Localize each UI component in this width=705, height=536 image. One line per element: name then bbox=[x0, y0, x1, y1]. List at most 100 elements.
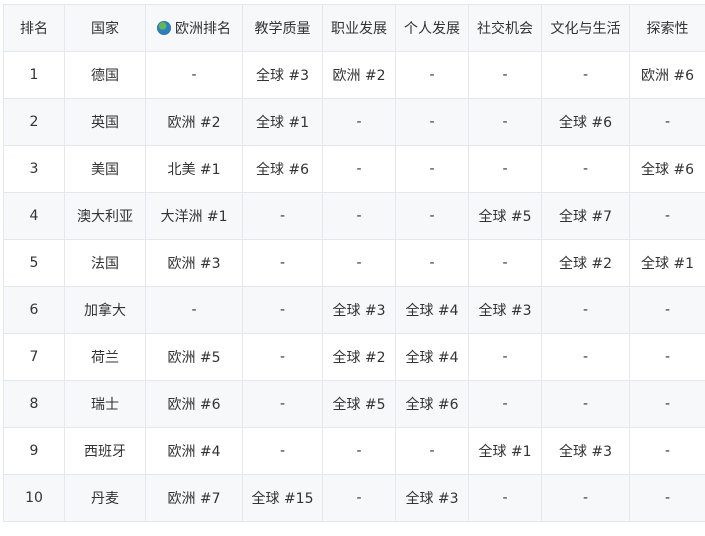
header-country: 国家 bbox=[65, 5, 146, 52]
header-teaching: 教学质量 bbox=[243, 5, 323, 52]
cell-social: - bbox=[469, 52, 542, 99]
header-culture: 文化与生活 bbox=[542, 5, 630, 52]
cell-career: 欧洲 #2 bbox=[323, 52, 396, 99]
cell-rank: 3 bbox=[4, 146, 65, 193]
cell-career: - bbox=[323, 475, 396, 522]
table-row: 4 澳大利亚 大洋洲 #1 - - - 全球 #5 全球 #7 - bbox=[4, 193, 705, 240]
table-row: 6 加拿大 - - 全球 #3 全球 #4 全球 #3 - - bbox=[4, 287, 705, 334]
cell-rank: 1 bbox=[4, 52, 65, 99]
cell-europe-rank: 北美 #1 bbox=[146, 146, 243, 193]
table-row: 9 西班牙 欧洲 #4 - - - 全球 #1 全球 #3 - bbox=[4, 428, 705, 475]
cell-europe-rank: 欧洲 #4 bbox=[146, 428, 243, 475]
cell-teaching: 全球 #1 bbox=[243, 99, 323, 146]
table-row: 7 荷兰 欧洲 #5 - 全球 #2 全球 #4 - - - bbox=[4, 334, 705, 381]
cell-country: 英国 bbox=[65, 99, 146, 146]
cell-rank: 7 bbox=[4, 334, 65, 381]
cell-personal: 全球 #3 bbox=[396, 475, 469, 522]
cell-social: 全球 #5 bbox=[469, 193, 542, 240]
cell-culture: - bbox=[542, 52, 630, 99]
cell-personal: - bbox=[396, 428, 469, 475]
cell-europe-rank: 欧洲 #5 bbox=[146, 334, 243, 381]
header-social: 社交机会 bbox=[469, 5, 542, 52]
cell-country: 德国 bbox=[65, 52, 146, 99]
cell-social: - bbox=[469, 381, 542, 428]
cell-culture: - bbox=[542, 146, 630, 193]
cell-culture: 全球 #3 bbox=[542, 428, 630, 475]
cell-teaching: - bbox=[243, 193, 323, 240]
cell-teaching: 全球 #15 bbox=[243, 475, 323, 522]
globe-icon bbox=[157, 21, 171, 35]
cell-personal: - bbox=[396, 193, 469, 240]
cell-exploration: - bbox=[630, 193, 705, 240]
cell-personal: - bbox=[396, 146, 469, 193]
header-personal: 个人发展 bbox=[396, 5, 469, 52]
cell-teaching: - bbox=[243, 428, 323, 475]
cell-social: - bbox=[469, 240, 542, 287]
cell-teaching: - bbox=[243, 240, 323, 287]
cell-rank: 5 bbox=[4, 240, 65, 287]
cell-country: 加拿大 bbox=[65, 287, 146, 334]
header-rank: 排名 bbox=[4, 5, 65, 52]
cell-exploration: - bbox=[630, 475, 705, 522]
cell-social: 全球 #3 bbox=[469, 287, 542, 334]
cell-teaching: - bbox=[243, 287, 323, 334]
cell-personal: 全球 #4 bbox=[396, 287, 469, 334]
cell-europe-rank: 欧洲 #6 bbox=[146, 381, 243, 428]
cell-career: - bbox=[323, 240, 396, 287]
cell-culture: 全球 #6 bbox=[542, 99, 630, 146]
cell-europe-rank: - bbox=[146, 287, 243, 334]
cell-social: - bbox=[469, 99, 542, 146]
table-row: 10 丹麦 欧洲 #7 全球 #15 - 全球 #3 - - - bbox=[4, 475, 705, 522]
cell-europe-rank: 欧洲 #7 bbox=[146, 475, 243, 522]
cell-exploration: 全球 #1 bbox=[630, 240, 705, 287]
cell-country: 丹麦 bbox=[65, 475, 146, 522]
cell-career: - bbox=[323, 193, 396, 240]
cell-personal: - bbox=[396, 99, 469, 146]
cell-culture: 全球 #7 bbox=[542, 193, 630, 240]
country-ranking-table: 排名 国家 欧洲排名 教学质量 职业发展 个人发展 社交机会 文化与生活 探索性… bbox=[3, 4, 705, 522]
cell-rank: 8 bbox=[4, 381, 65, 428]
table-row: 3 美国 北美 #1 全球 #6 - - - - 全球 #6 bbox=[4, 146, 705, 193]
cell-social: 全球 #1 bbox=[469, 428, 542, 475]
table-header: 排名 国家 欧洲排名 教学质量 职业发展 个人发展 社交机会 文化与生活 探索性 bbox=[4, 5, 705, 52]
cell-culture: - bbox=[542, 381, 630, 428]
table-row: 8 瑞士 欧洲 #6 - 全球 #5 全球 #6 - - - bbox=[4, 381, 705, 428]
header-europe-rank: 欧洲排名 bbox=[146, 5, 243, 52]
cell-career: 全球 #3 bbox=[323, 287, 396, 334]
cell-exploration: - bbox=[630, 428, 705, 475]
cell-europe-rank: - bbox=[146, 52, 243, 99]
cell-teaching: - bbox=[243, 334, 323, 381]
cell-personal: 全球 #4 bbox=[396, 334, 469, 381]
cell-personal: - bbox=[396, 240, 469, 287]
cell-country: 法国 bbox=[65, 240, 146, 287]
table-row: 5 法国 欧洲 #3 - - - - 全球 #2 全球 #1 bbox=[4, 240, 705, 287]
header-europe-rank-label: 欧洲排名 bbox=[175, 21, 231, 37]
cell-rank: 10 bbox=[4, 475, 65, 522]
cell-culture: - bbox=[542, 287, 630, 334]
header-career: 职业发展 bbox=[323, 5, 396, 52]
cell-culture: 全球 #2 bbox=[542, 240, 630, 287]
cell-country: 荷兰 bbox=[65, 334, 146, 381]
cell-exploration: - bbox=[630, 381, 705, 428]
cell-social: - bbox=[469, 146, 542, 193]
cell-teaching: 全球 #6 bbox=[243, 146, 323, 193]
cell-personal: 全球 #6 bbox=[396, 381, 469, 428]
cell-culture: - bbox=[542, 334, 630, 381]
cell-country: 美国 bbox=[65, 146, 146, 193]
cell-rank: 2 bbox=[4, 99, 65, 146]
cell-teaching: 全球 #3 bbox=[243, 52, 323, 99]
cell-career: - bbox=[323, 428, 396, 475]
cell-career: 全球 #2 bbox=[323, 334, 396, 381]
cell-rank: 6 bbox=[4, 287, 65, 334]
cell-rank: 9 bbox=[4, 428, 65, 475]
cell-teaching: - bbox=[243, 381, 323, 428]
cell-career: - bbox=[323, 146, 396, 193]
cell-country: 澳大利亚 bbox=[65, 193, 146, 240]
cell-social: - bbox=[469, 475, 542, 522]
cell-europe-rank: 欧洲 #2 bbox=[146, 99, 243, 146]
header-exploration: 探索性 bbox=[630, 5, 705, 52]
cell-country: 瑞士 bbox=[65, 381, 146, 428]
cell-culture: - bbox=[542, 475, 630, 522]
cell-career: - bbox=[323, 99, 396, 146]
cell-europe-rank: 欧洲 #3 bbox=[146, 240, 243, 287]
